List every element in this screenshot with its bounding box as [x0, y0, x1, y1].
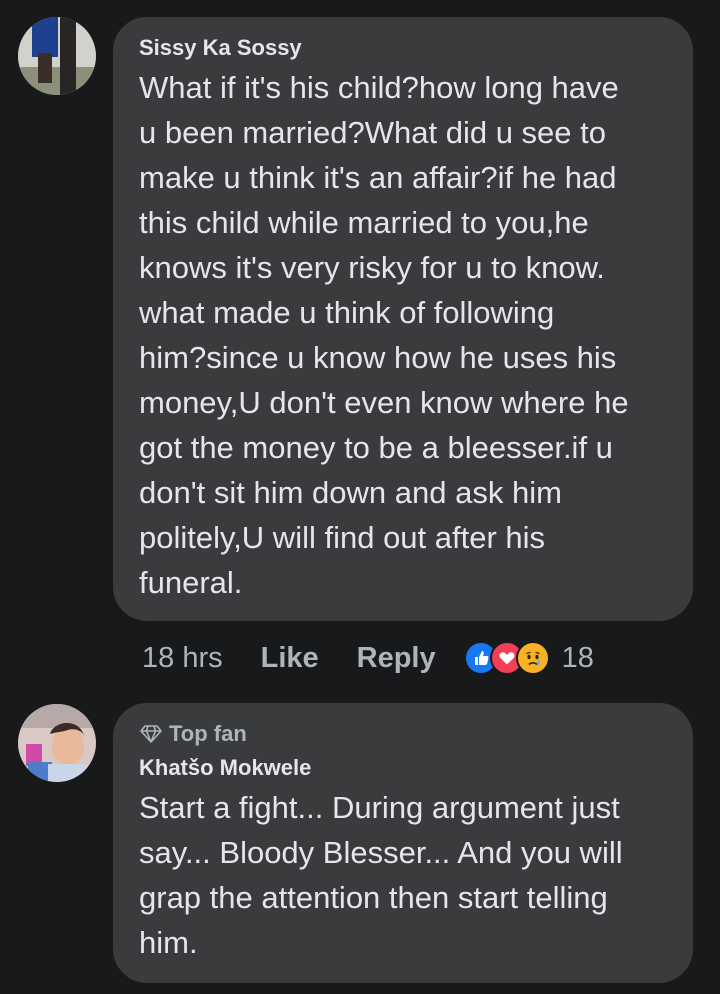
- profile-photo: [18, 704, 96, 782]
- comment-author[interactable]: Khatšo Mokwele: [139, 755, 667, 781]
- sad-icon: [515, 641, 550, 675]
- avatar[interactable]: [18, 17, 96, 95]
- avatar[interactable]: [18, 704, 96, 782]
- top-fan-badge[interactable]: Top fan: [139, 721, 667, 747]
- badge-label: Top fan: [169, 721, 247, 746]
- comment-text: Start a fight... During argument just sa…: [139, 790, 623, 960]
- comment-actions: 18 hrs Like Reply 18: [142, 636, 594, 680]
- reaction-count[interactable]: 18: [562, 642, 594, 675]
- reply-button[interactable]: Reply: [357, 642, 436, 675]
- like-button[interactable]: Like: [261, 642, 319, 675]
- comment-timestamp[interactable]: 18 hrs: [142, 642, 223, 675]
- comments-thread: Sissy Ka Sossy What if it's his child?ho…: [0, 0, 720, 994]
- comment-bubble: Sissy Ka Sossy What if it's his child?ho…: [113, 17, 693, 621]
- comment-author[interactable]: Sissy Ka Sossy: [139, 35, 667, 61]
- comment-text: What if it's his child?how long have u b…: [139, 70, 629, 600]
- reactions-summary[interactable]: [463, 641, 550, 675]
- profile-photo: [18, 17, 96, 95]
- diamond-icon: [140, 725, 162, 743]
- comment-bubble: Top fan Khatšo Mokwele Start a fight... …: [113, 703, 693, 983]
